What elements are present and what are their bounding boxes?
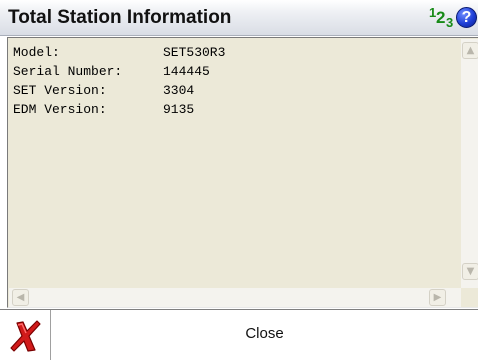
info-row-model: Model: SET530R3	[13, 43, 225, 62]
title-bar: Total Station Information 1 2 3 ?	[0, 0, 478, 36]
info-value: 144445	[163, 64, 210, 79]
info-label: EDM Version:	[13, 102, 107, 117]
info-panel: Model: SET530R3 Serial Number: 144445 SET …	[7, 37, 478, 308]
scroll-right-icon[interactable]: ▶	[429, 289, 446, 306]
info-label: Model:	[13, 45, 60, 60]
input-mode-digit-2: 2	[436, 8, 446, 27]
scrollbar-corner	[461, 288, 478, 307]
scroll-up-icon[interactable]: ▲	[462, 42, 478, 59]
info-list: Model: SET530R3 Serial Number: 144445 SET …	[13, 43, 225, 119]
red-x-icon	[10, 320, 41, 352]
horizontal-scrollbar[interactable]: ◀ ▶	[9, 288, 461, 307]
vertical-scrollbar[interactable]: ▲ ▼	[461, 39, 478, 289]
scroll-down-icon[interactable]: ▼	[462, 263, 478, 280]
cancel-button[interactable]	[8, 319, 44, 353]
info-value: 9135	[163, 102, 195, 117]
input-mode-digit-3: 3	[446, 15, 454, 30]
help-icon[interactable]: ?	[456, 7, 477, 28]
close-button-label: Close	[245, 325, 284, 342]
window-title: Total Station Information	[8, 7, 232, 28]
input-mode-icon[interactable]: 1 2 3	[429, 5, 454, 30]
info-value: 3304	[163, 83, 195, 98]
info-row-serial-number: Serial Number: 144445	[13, 62, 225, 81]
info-value: SET530R3	[163, 45, 226, 60]
info-label: Serial Number:	[13, 64, 123, 79]
info-row-set-version: SET Version: 3304	[13, 81, 225, 100]
scroll-left-icon[interactable]: ◀	[12, 289, 29, 306]
info-row-edm-version: EDM Version: 9135	[13, 100, 225, 119]
info-label: SET Version:	[13, 83, 107, 98]
bottom-bar: Close	[0, 309, 478, 360]
close-button[interactable]: Close	[50, 310, 478, 360]
